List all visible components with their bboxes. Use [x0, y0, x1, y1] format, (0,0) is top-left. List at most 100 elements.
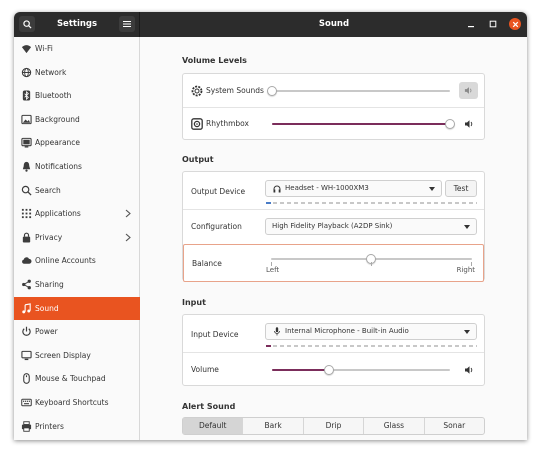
sidebar-item-wifi[interactable]: Wi-Fi — [14, 37, 140, 60]
menu-button[interactable] — [119, 16, 135, 32]
sidebar-item-sound[interactable]: Sound — [14, 296, 140, 320]
sidebar-item-appearance[interactable]: Appearance — [14, 131, 140, 154]
rhythmbox-label: Rhythmbox — [206, 119, 249, 128]
close-icon — [512, 21, 518, 27]
output-level-meter — [266, 202, 477, 204]
appearance-icon — [21, 138, 32, 148]
input-level-meter-inactive — [273, 345, 477, 347]
input-level-meter-active — [266, 345, 271, 347]
microphone-icon — [274, 327, 280, 336]
keyboard-icon — [21, 398, 32, 407]
sidebar-item-label: Printers — [35, 421, 64, 431]
rhythmbox-slider[interactable] — [272, 123, 450, 125]
power-icon — [22, 326, 31, 337]
sidebar-item-online-accounts[interactable]: Online Accounts — [14, 249, 140, 272]
sidebar-title: Settings — [56, 19, 98, 29]
alert-sound-sonar[interactable]: Sonar — [423, 418, 484, 434]
rhythmbox-row: Rhythmbox — [183, 108, 484, 141]
search-button[interactable] — [19, 16, 35, 32]
rhythmbox-slider-knob[interactable] — [445, 119, 455, 129]
sidebar-header: Settings — [14, 12, 140, 37]
system-sounds-slider[interactable] — [272, 90, 450, 92]
input-volume-slider-fill — [272, 369, 329, 371]
alert-sound-glass[interactable]: Glass — [363, 418, 423, 434]
chevron-down-icon — [464, 225, 470, 229]
close-button[interactable] — [509, 18, 521, 30]
output-device-value: Headset - WH-1000XM3 — [285, 184, 369, 192]
sidebar-item-screen-display[interactable]: Screen Display — [14, 344, 140, 367]
sidebar-item-privacy[interactable]: Privacy — [14, 226, 140, 249]
chevron-right-icon — [125, 233, 131, 242]
volume-levels-title: Volume Levels — [182, 56, 247, 65]
minimize-button[interactable] — [465, 18, 477, 30]
sidebar-item-bluetooth[interactable]: Bluetooth — [14, 84, 140, 107]
sidebar-item-label: Applications — [35, 209, 81, 219]
configuration-dropdown[interactable]: High Fidelity Playback (A2DP Sink) — [265, 218, 477, 235]
balance-tick-marks — [271, 262, 472, 266]
input-card: Input Device Internal Microphone - Built… — [182, 314, 485, 386]
sidebar-item-label: Keyboard Shortcuts — [35, 398, 109, 407]
input-volume-slider-knob[interactable] — [324, 365, 334, 375]
alert-sound-default[interactable]: Default — [183, 418, 243, 434]
settings-window: Settings Sound Wi-Fi Network Bluetooth B… — [14, 12, 527, 440]
sidebar-item-search[interactable]: Search — [14, 179, 140, 202]
alert-sound-selector: Default Bark Drip Glass Sonar — [182, 417, 485, 435]
lock-icon — [22, 232, 31, 243]
alert-sound-title: Alert Sound — [182, 402, 236, 411]
system-sounds-icon — [191, 85, 203, 97]
bluetooth-icon — [22, 90, 31, 101]
minimize-icon — [468, 26, 474, 28]
output-title: Output — [182, 155, 214, 164]
sidebar-item-mouse-touchpad[interactable]: Mouse & Touchpad — [14, 367, 140, 390]
search-icon — [22, 19, 32, 29]
output-level-meter-inactive — [273, 202, 477, 204]
share-icon — [22, 279, 31, 290]
output-device-dropdown[interactable]: Headset - WH-1000XM3 — [265, 180, 442, 197]
mouse-icon — [23, 373, 30, 385]
chevron-down-icon — [429, 187, 435, 191]
sidebar-item-label: Wi-Fi — [35, 44, 53, 53]
system-sounds-slider-knob[interactable] — [267, 86, 277, 96]
alert-sound-bark[interactable]: Bark — [242, 418, 302, 434]
alert-sound-drip[interactable]: Drip — [302, 418, 363, 434]
sidebar-item-background[interactable]: Background — [14, 108, 140, 131]
sidebar-item-label: Power — [35, 327, 58, 337]
balance-label: Balance — [192, 259, 222, 268]
input-device-dropdown[interactable]: Internal Microphone - Built-in Audio — [265, 323, 477, 340]
system-sounds-label: System Sounds — [206, 86, 264, 95]
sidebar-item-label: Appearance — [35, 138, 81, 148]
sidebar-item-sharing[interactable]: Sharing — [14, 273, 140, 296]
input-volume-row: Volume — [183, 353, 484, 387]
output-level-meter-active — [266, 202, 271, 204]
maximize-button[interactable] — [487, 18, 499, 30]
input-level-meter — [266, 345, 477, 347]
system-sounds-row: System Sounds — [183, 74, 484, 107]
output-device-label: Output Device — [191, 187, 246, 196]
sidebar-item-applications[interactable]: Applications — [14, 202, 140, 225]
sidebar-item-label: Sharing — [35, 280, 64, 289]
sidebar-item-label: Notifications — [35, 162, 82, 171]
sidebar-item-power[interactable]: Power — [14, 320, 140, 343]
speaker-muted-icon — [464, 87, 472, 94]
sidebar-item-label: Bluetooth — [35, 91, 72, 101]
output-device-row: Output Device Headset - WH-1000XM3 Test — [183, 172, 484, 209]
input-device-label: Input Device — [191, 330, 239, 339]
input-volume-slider[interactable] — [272, 369, 450, 371]
cloud-icon — [22, 257, 32, 265]
sidebar-item-label: Network — [35, 67, 67, 77]
sidebar-item-keyboard-shortcuts[interactable]: Keyboard Shortcuts — [14, 391, 140, 414]
sidebar-item-printers[interactable]: Printers — [14, 415, 140, 438]
search-icon — [21, 185, 32, 196]
sidebar-item-network[interactable]: Network — [14, 61, 140, 84]
speaker-icon[interactable] — [464, 119, 474, 129]
sidebar-item-label: Mouse & Touchpad — [35, 374, 106, 384]
system-sounds-mute-button[interactable] — [459, 82, 478, 99]
wifi-icon — [21, 45, 32, 54]
speaker-icon[interactable] — [464, 365, 474, 375]
configuration-row: Configuration High Fidelity Playback (A2… — [183, 210, 484, 244]
sidebar-item-notifications[interactable]: Notifications — [14, 155, 140, 178]
bell-icon — [22, 161, 31, 172]
chevron-right-icon — [125, 209, 131, 218]
input-device-value: Internal Microphone - Built-in Audio — [285, 327, 409, 335]
test-button[interactable]: Test — [445, 180, 477, 197]
